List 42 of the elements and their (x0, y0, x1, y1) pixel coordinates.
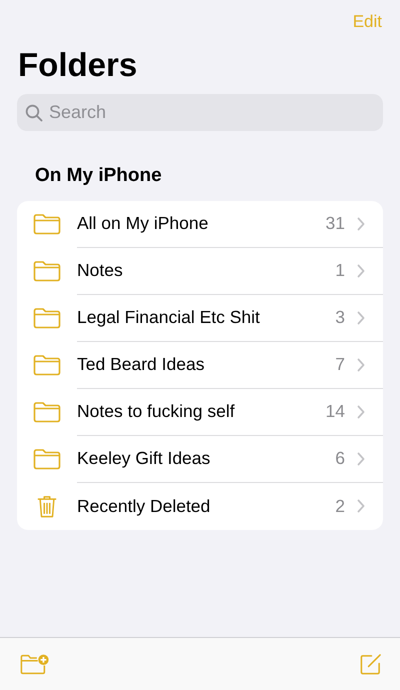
trash-icon (36, 494, 58, 519)
folder-icon (33, 401, 61, 424)
folder-name: Recently Deleted (77, 496, 212, 517)
folder-name: Notes (77, 260, 124, 282)
folder-icon (33, 260, 61, 282)
page-title: Folders (18, 46, 138, 84)
folder-row[interactable]: Recently Deleted 2 (17, 482, 383, 530)
chevron-icon (357, 404, 365, 419)
folder-name: All on My iPhone (77, 213, 210, 234)
compose-icon (359, 652, 382, 676)
note-count: 7 (335, 354, 345, 376)
compose-button[interactable] (359, 652, 382, 676)
folder-name: Ted Beard Ideas (77, 354, 206, 376)
note-count: 14 (326, 401, 345, 422)
note-count: 3 (335, 307, 345, 328)
chevron-icon (357, 452, 365, 466)
folder-name: Notes to fucking self (77, 401, 236, 422)
folder-row[interactable]: Legal Financial Etc Shit 3 (17, 294, 383, 342)
folder-icon (33, 307, 61, 330)
section-header: On My iPhone (35, 164, 162, 187)
search-field[interactable]: Search (17, 94, 383, 131)
note-count: 6 (335, 448, 345, 470)
note-count: 31 (326, 213, 345, 234)
folder-name: Keeley Gift Ideas (77, 448, 212, 470)
chevron-icon (357, 499, 365, 514)
chevron-icon (357, 216, 365, 231)
chevron-icon (357, 264, 365, 278)
folder-name: Legal Financial Etc Shit (77, 307, 261, 328)
chevron-icon (357, 358, 365, 372)
folder-plus-icon (20, 652, 50, 676)
new-folder-button[interactable] (20, 652, 50, 676)
folder-row[interactable]: Ted Beard Ideas 7 (17, 342, 383, 389)
folder-icon (33, 448, 61, 470)
folder-icon (33, 213, 61, 236)
chevron-icon (357, 310, 365, 325)
note-count: 1 (335, 260, 345, 282)
folder-row[interactable]: All on My iPhone 31 (17, 200, 383, 248)
folder-row[interactable]: Keeley Gift Ideas 6 (17, 436, 383, 483)
note-count: 2 (335, 496, 345, 517)
folder-icon (33, 354, 61, 376)
folder-row[interactable]: Notes to fucking self 14 (17, 388, 383, 436)
folder-row[interactable]: Notes 1 (17, 248, 383, 295)
